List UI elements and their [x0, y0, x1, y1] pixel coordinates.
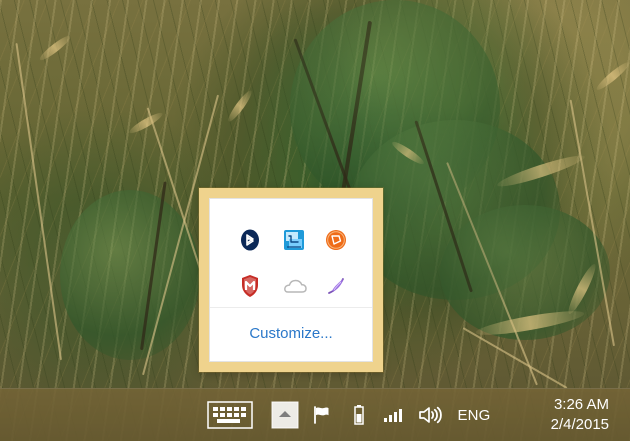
leaf-cluster-3 [60, 190, 200, 360]
mcafee-icon[interactable] [232, 268, 268, 304]
battery-button[interactable] [350, 389, 368, 441]
grass-stalk-1 [15, 42, 62, 361]
volume-button[interactable] [416, 389, 444, 441]
onedrive-icon[interactable] [276, 268, 312, 304]
system-tray-overflow-popup: Customize... [199, 188, 383, 372]
flag-icon [313, 406, 328, 424]
hidden-tray-icons-grid [228, 217, 356, 309]
clock-date: 2/4/2015 [550, 416, 609, 433]
touch-keyboard-button[interactable] [206, 389, 254, 441]
grass-head-1 [37, 33, 73, 63]
clock-button[interactable]: 3:26 AM 2/4/2015 [519, 389, 609, 441]
notification-area: ENG 3:26 AM 2/4/2015 [202, 389, 620, 441]
signal-bars-icon [384, 409, 402, 422]
desktop-background: Customize... ENG 3:26 AM 2/4/2015 [0, 0, 630, 441]
speaker-icon [419, 406, 442, 424]
grass-head-2 [127, 110, 165, 136]
grass-head-3 [225, 88, 255, 124]
customize-link[interactable]: Customize... [210, 325, 372, 343]
taskbar: ENG 3:26 AM 2/4/2015 [0, 388, 630, 441]
orange-circle-icon[interactable] [318, 222, 354, 258]
input-language-indicator[interactable]: ENG [457, 389, 491, 441]
keyboard-icon [207, 401, 253, 429]
customize-row: Customize... [210, 307, 372, 361]
app-monitor-icon[interactable] [276, 222, 312, 258]
grass-head-8 [594, 59, 630, 93]
clock-time: 3:26 AM [553, 396, 609, 413]
system-tray-overflow-panel: Customize... [209, 198, 373, 362]
battery-icon [354, 405, 364, 425]
feather-icon[interactable] [318, 268, 354, 304]
show-hidden-icons-button[interactable] [269, 389, 300, 441]
action-center-button[interactable] [308, 389, 333, 441]
bluetooth-icon[interactable] [232, 222, 268, 258]
network-button[interactable] [382, 389, 406, 441]
chevron-up-icon [271, 401, 298, 429]
